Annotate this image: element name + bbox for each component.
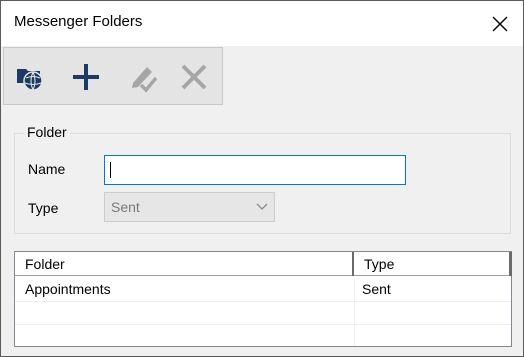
column-header-folder-label: Folder bbox=[25, 256, 65, 272]
messenger-folders-dialog: Messenger Folders Folder Name Type Sent … bbox=[0, 0, 524, 357]
type-dropdown[interactable]: Sent bbox=[104, 192, 275, 222]
grid-line bbox=[15, 301, 511, 302]
grid-line bbox=[15, 324, 511, 325]
column-header-type[interactable]: Type bbox=[354, 252, 512, 276]
close-button[interactable] bbox=[477, 1, 523, 46]
column-resize-handle[interactable] bbox=[509, 252, 512, 276]
pencil-check-icon bbox=[132, 67, 158, 93]
close-icon bbox=[492, 16, 508, 31]
folders-list[interactable]: Folder Type Appointments Sent bbox=[14, 251, 512, 347]
grid-line bbox=[354, 278, 355, 346]
column-header-type-label: Type bbox=[364, 256, 395, 272]
window-title: Messenger Folders bbox=[14, 13, 143, 30]
delete-button[interactable] bbox=[174, 58, 214, 96]
type-dropdown-value: Sent bbox=[111, 199, 140, 215]
add-button[interactable] bbox=[66, 58, 106, 96]
open-folders-button[interactable] bbox=[10, 58, 50, 96]
chevron-down-icon bbox=[256, 203, 268, 210]
folder-globe-icon bbox=[17, 69, 43, 91]
column-header-folder[interactable]: Folder bbox=[15, 252, 355, 276]
name-label: Name bbox=[28, 161, 66, 177]
list-header: Folder Type bbox=[15, 252, 512, 278]
folder-group-label: Folder bbox=[24, 124, 70, 140]
list-item[interactable]: Appointments Sent bbox=[15, 278, 511, 301]
x-icon bbox=[181, 64, 207, 90]
title-bar: Messenger Folders bbox=[1, 1, 523, 46]
toolbar bbox=[3, 47, 223, 105]
type-label: Type bbox=[28, 200, 59, 216]
text-caret bbox=[110, 162, 111, 178]
list-item-folder: Appointments bbox=[25, 281, 111, 297]
plus-icon bbox=[73, 64, 99, 90]
list-item-type: Sent bbox=[362, 281, 391, 297]
name-input[interactable] bbox=[104, 155, 406, 185]
edit-button[interactable] bbox=[123, 58, 163, 96]
